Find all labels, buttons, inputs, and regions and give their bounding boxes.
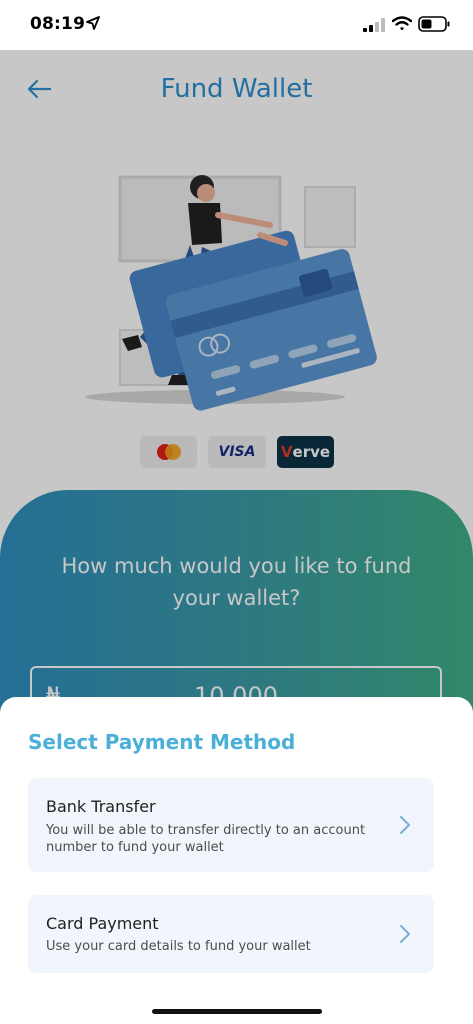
option-title: Bank Transfer [46, 797, 156, 816]
option-title: Card Payment [46, 914, 159, 933]
payment-method-sheet: Select Payment Method Bank Transfer You … [0, 697, 473, 1024]
battery-icon [418, 16, 450, 32]
status-bar: 08:19 [0, 0, 473, 50]
home-indicator[interactable] [152, 1009, 322, 1014]
chevron-right-icon [400, 925, 410, 943]
option-description: You will be able to transfer directly to… [46, 823, 366, 855]
status-time: 08:19 [30, 14, 86, 34]
bank-transfer-option[interactable]: Bank Transfer You will be able to transf… [28, 778, 434, 872]
option-description: Use your card details to fund your walle… [46, 939, 311, 954]
sheet-title: Select Payment Method [28, 730, 296, 754]
screen: 08:19 Fund Wallet VISA V erve How much w… [0, 0, 473, 1024]
location-arrow-icon [86, 16, 100, 30]
chevron-right-icon [400, 816, 410, 834]
card-payment-option[interactable]: Card Payment Use your card details to fu… [28, 895, 434, 973]
wifi-icon [392, 16, 412, 31]
cellular-signal-icon [363, 18, 385, 32]
